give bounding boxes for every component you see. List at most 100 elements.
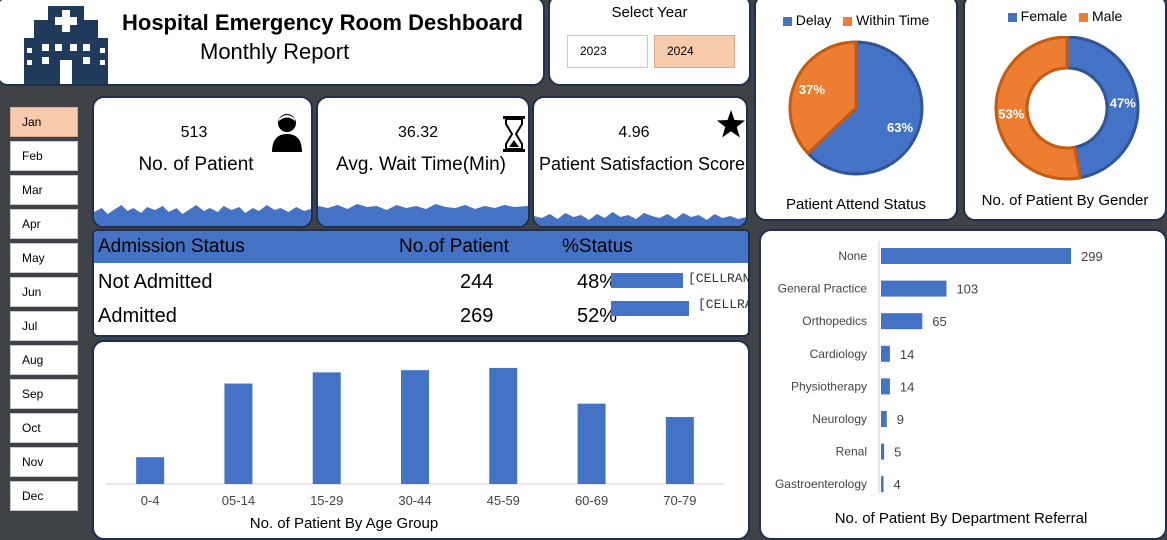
row-status-bar: [611, 273, 683, 288]
age-tick-label: 60-69: [575, 493, 608, 508]
gender-chart-title: No. of Patient By Gender: [981, 192, 1149, 209]
row-status: Admitted: [98, 305, 177, 327]
month-button-oct[interactable]: Oct: [10, 413, 78, 443]
kpi-wait-time-sparkline: [318, 204, 528, 226]
dept-chart-title: No. of Patient By Department Referral: [835, 510, 1088, 527]
legend-swatch-male: [1079, 12, 1088, 22]
gender-panel: Female Male 47% 53% No. of Patient By Gen…: [963, 0, 1167, 221]
age-bar-15-29: [312, 372, 341, 484]
legend-male: Male: [1092, 8, 1123, 24]
age-bar-70-79: [665, 417, 694, 484]
kpi-wait-time-label: Avg. Wait Time(Min): [336, 154, 506, 175]
age-bar-45-59: [489, 367, 518, 484]
year-slicer: Select Year 2023 2024: [548, 0, 751, 86]
hospital-icon: [24, 6, 108, 84]
kpi-patients-value: 513: [180, 124, 208, 141]
dept-value-label: 299: [1081, 249, 1103, 264]
attend-chart-title: Patient Attend Status: [785, 196, 927, 213]
kpi-wait-time-value: 36.32: [397, 124, 439, 141]
dept-bar-renal: [881, 443, 885, 460]
attend-status-pie: 63% 37%: [788, 40, 924, 176]
dept-value-label: 14: [900, 347, 914, 362]
month-button-aug[interactable]: Aug: [10, 345, 78, 375]
age-tick-label: 45-59: [487, 493, 520, 508]
pie-label: 53%: [998, 106, 1024, 121]
year-button-2023[interactable]: 2023: [567, 35, 648, 68]
header-admission-status: Admission Status: [98, 236, 245, 257]
admission-status-table: Admission Status No.of Patient %Status N…: [92, 229, 750, 337]
dept-bar-none: [881, 248, 1071, 264]
legend-swatch-delay: [782, 16, 792, 26]
table-row: Admitted 269 52% [CELLRA…: [94, 297, 748, 335]
month-button-dec[interactable]: Dec: [10, 481, 78, 511]
month-button-jul[interactable]: Jul: [10, 311, 78, 341]
month-button-jan[interactable]: Jan: [10, 107, 78, 137]
month-button-may[interactable]: May: [10, 243, 78, 273]
row-status-bar: [611, 301, 689, 316]
dept-label: Orthopedics: [802, 314, 867, 328]
dept-value-label: 5: [894, 445, 901, 460]
age-chart-title: No. of Patient By Age Group: [250, 515, 438, 532]
dept-bar-general-practice: [881, 280, 947, 297]
header-patient-count: No.of Patient: [399, 236, 509, 257]
kpi-satisfaction: 4.96 Patient Satisfaction Score: [532, 96, 748, 228]
age-tick-label: 0-4: [141, 493, 160, 508]
department-referral-chart: None 299 General Practice 103 Orthopedics 65 C…: [775, 241, 1103, 527]
month-button-sep[interactable]: Sep: [10, 379, 78, 409]
legend-swatch-female: [1007, 12, 1017, 22]
age-tick-label: 70-79: [663, 493, 696, 508]
year-slicer-label: Select Year: [611, 4, 688, 21]
row-status: Not Admitted: [98, 271, 213, 293]
kpi-patients: 513 No. of Patient: [92, 96, 313, 228]
kpi-satisfaction-value: 4.96: [618, 124, 650, 141]
row-cellrange-label: [CELLRAN…: [688, 271, 750, 286]
dept-label: Neurology: [812, 412, 867, 426]
dept-label: Gastroenterology: [775, 477, 867, 491]
row-count: 269: [460, 305, 494, 327]
kpi-patients-label: No. of Patient: [138, 154, 254, 175]
legend-swatch-within-time: [843, 16, 853, 26]
title-panel: Hospital Emergency Room Deshboard Monthl…: [0, 0, 545, 86]
attend-status-panel: Delay Within Time 63% 37% Patient Attend …: [754, 0, 958, 221]
month-button-apr[interactable]: Apr: [10, 209, 78, 239]
dept-bar-neurology: [881, 411, 887, 427]
age-group-chart-panel: 0-4 05-14 15-29 30-44 45-59 60-69 70-79 No. of …: [92, 340, 750, 540]
header-status-percent: %Status: [562, 236, 633, 257]
age-bar-0-4: [136, 457, 165, 484]
pie-label: 63%: [887, 120, 913, 135]
month-button-mar[interactable]: Mar: [10, 175, 78, 205]
kpi-satisfaction-label: Patient Satisfaction Score: [538, 154, 746, 174]
age-bar-30-44: [401, 370, 429, 484]
dept-value-label: 14: [900, 379, 914, 394]
age-bar-05-14: [224, 383, 253, 484]
kpi-patients-sparkline: [94, 205, 311, 226]
dept-label: General Practice: [778, 282, 868, 296]
year-button-2024[interactable]: 2024: [654, 35, 735, 68]
age-group-chart: 0-4 05-14 15-29 30-44 45-59 60-69 70-79 No. of …: [106, 367, 724, 532]
table-row: Not Admitted 244 48% [CELLRAN…: [94, 267, 748, 301]
row-cellrange-label: [CELLRA…: [698, 297, 748, 312]
month-button-feb[interactable]: Feb: [10, 141, 78, 171]
pie-label: 37%: [799, 82, 825, 97]
dept-bar-physiotherapy: [881, 378, 890, 395]
person-icon: [272, 114, 302, 152]
age-tick-label: 30-44: [398, 493, 431, 508]
dept-bar-gastroenterology: [881, 476, 884, 493]
age-tick-label: 15-29: [310, 493, 343, 508]
gender-donut: 47% 53%: [994, 36, 1140, 181]
dept-value-label: 4: [894, 477, 901, 492]
dept-label: None: [838, 249, 867, 263]
star-icon: [717, 110, 745, 138]
department-chart-panel: None 299 General Practice 103 Orthopedics 65 C…: [759, 229, 1167, 540]
legend-within-time: Within Time: [856, 12, 930, 28]
month-button-jun[interactable]: Jun: [10, 277, 78, 307]
dashboard-title: Hospital Emergency Room Deshboard: [122, 10, 523, 35]
attend-legend: Delay Within Time: [756, 12, 956, 28]
month-button-nov[interactable]: Nov: [10, 447, 78, 477]
row-count: 244: [460, 271, 494, 293]
dept-label: Renal: [836, 445, 867, 459]
pie-label: 47%: [1110, 96, 1136, 111]
legend-female: Female: [1020, 8, 1068, 24]
dept-value-label: 65: [932, 314, 946, 329]
hourglass-icon: [503, 116, 525, 152]
